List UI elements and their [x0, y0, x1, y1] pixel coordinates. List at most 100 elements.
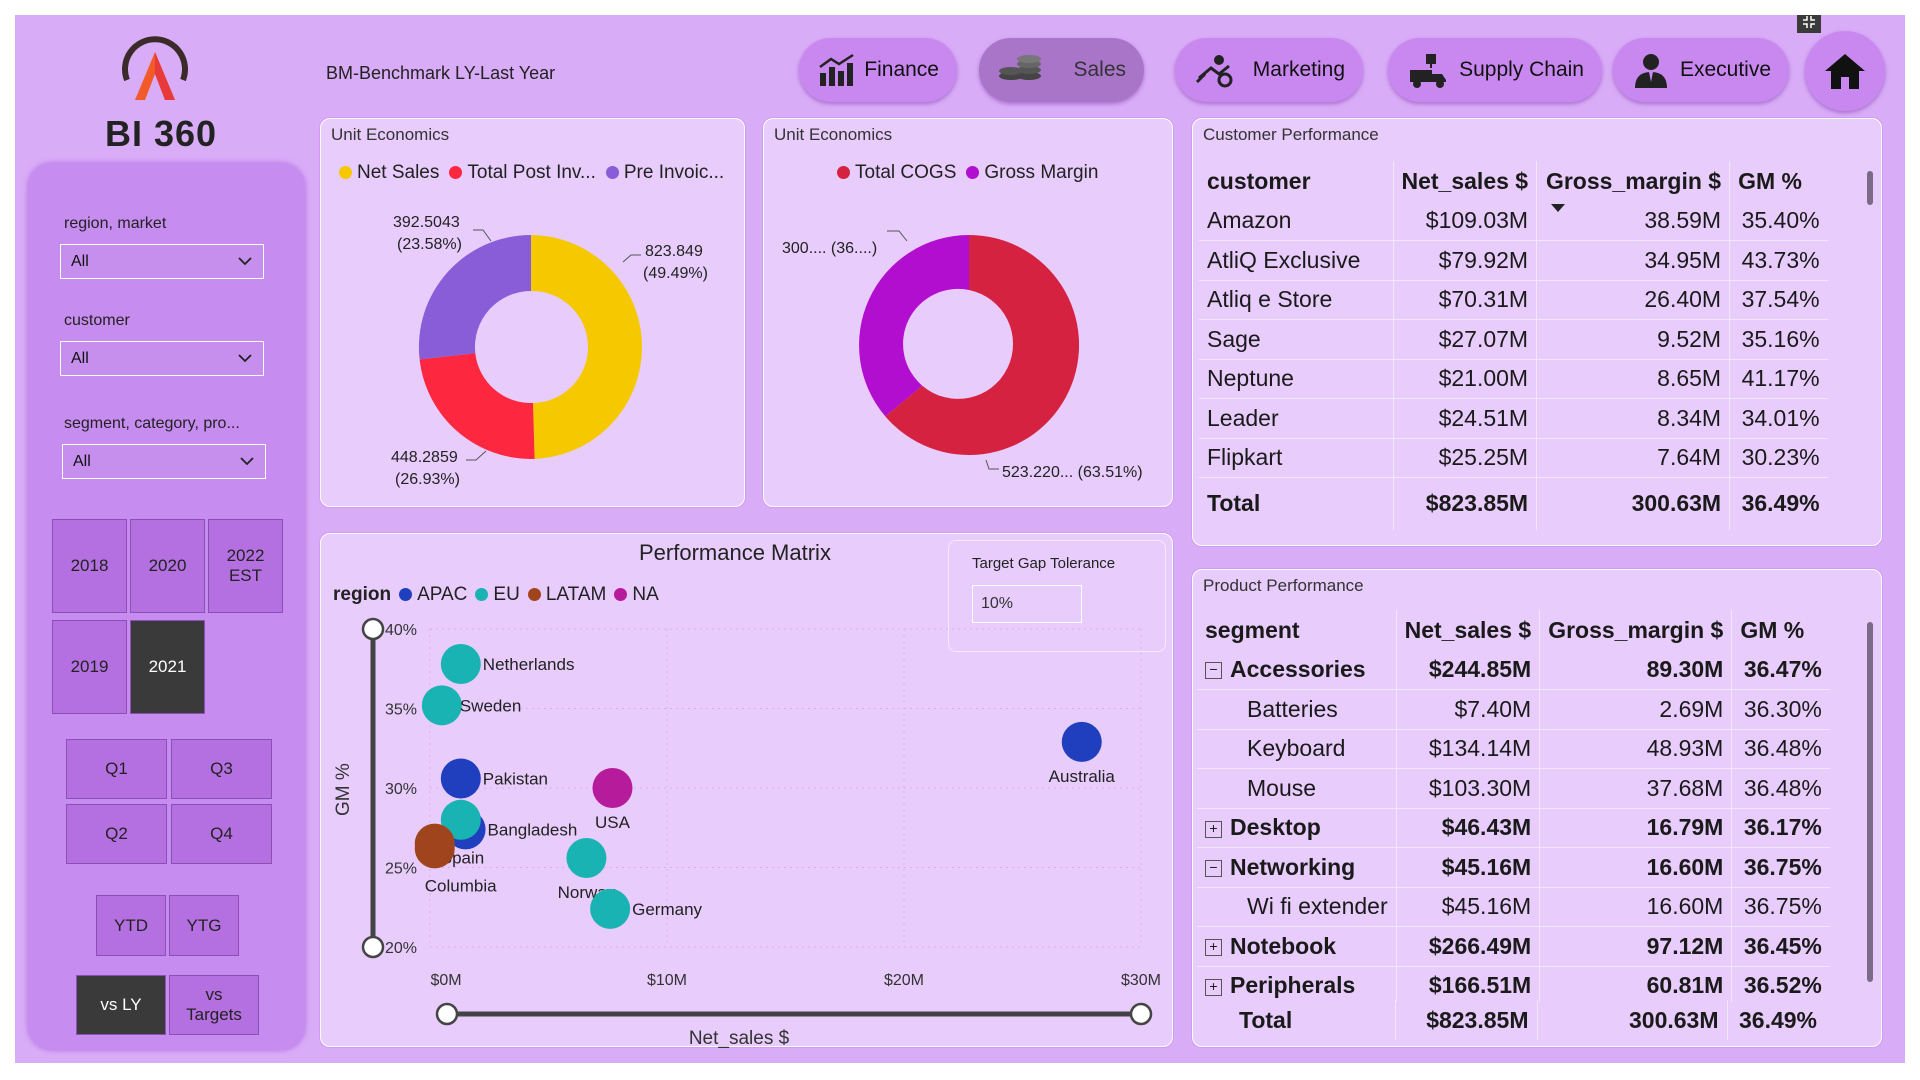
scatter-point-pakistan[interactable]	[440, 758, 481, 799]
compare-tile-vs-targets[interactable]: vs Targets	[169, 975, 259, 1035]
quarter-tile-q1[interactable]: Q1	[66, 739, 167, 799]
customer-filter-dropdown[interactable]: All	[60, 341, 264, 376]
table-row[interactable]: Keyboard $134.14M 48.93M 36.48%	[1197, 729, 1830, 769]
expand-icon[interactable]: +	[1205, 978, 1222, 996]
table-row[interactable]: + Peripherals $166.51M 60.81M 36.52%	[1197, 966, 1830, 1002]
nav-marketing-button[interactable]: Marketing	[1175, 38, 1363, 102]
segment-name: Peripherals	[1230, 972, 1356, 999]
chevron-down-icon	[238, 257, 252, 266]
gm-range-slider-handle-bottom[interactable]	[361, 935, 385, 959]
table-row[interactable]: Sage $27.07M 9.52M 35.16%	[1199, 319, 1828, 360]
donut-slice-net-sales[interactable]	[531, 235, 642, 459]
nav-supply-chain-button[interactable]: Supply Chain	[1388, 38, 1602, 102]
column-header-gm-pct[interactable]: GM %	[1730, 161, 1828, 201]
table-row[interactable]: Leader $24.51M 8.34M 34.01%	[1199, 398, 1828, 439]
table-row[interactable]: Batteries $7.40M 2.69M 36.30%	[1197, 689, 1830, 730]
period-tile-ytd[interactable]: YTD	[96, 895, 166, 956]
period-tile-ytg[interactable]: YTG	[169, 895, 239, 956]
scatter-point-columbia[interactable]	[414, 828, 455, 869]
collapse-icon[interactable]: −	[1205, 860, 1222, 878]
scatter-point-australia[interactable]	[1061, 721, 1102, 762]
table-row[interactable]: + Notebook $266.49M 97.12M 36.45%	[1197, 926, 1830, 967]
year-tile-2019[interactable]: 2019	[52, 620, 127, 714]
region-filter-dropdown[interactable]: All	[60, 244, 264, 279]
focus-mode-icon[interactable]	[1797, 15, 1821, 33]
scatter-point-norway[interactable]	[566, 837, 607, 878]
scatter-point-label: Australia	[1049, 767, 1116, 786]
product-table-viewport: segment Net_sales $ Gross_margin $ GM % …	[1193, 610, 1863, 1002]
year-tile-2018[interactable]: 2018	[52, 519, 127, 613]
table-row[interactable]: Neptune $21.00M 8.65M 41.17%	[1199, 359, 1828, 399]
customer-performance-panel: Customer Performance customer Net_sales …	[1192, 118, 1882, 546]
scatter-point-usa[interactable]	[592, 768, 633, 808]
finance-chart-icon	[819, 53, 854, 86]
column-header-gm-pct[interactable]: GM %	[1732, 610, 1830, 650]
product-table-scrollbar[interactable]	[1867, 622, 1873, 982]
scatter-point-netherlands[interactable]	[440, 643, 481, 684]
customer-performance-title: Customer Performance	[1203, 125, 1379, 144]
scatter-point-germany[interactable]	[590, 888, 631, 929]
nav-sales-button[interactable]: Sales	[979, 38, 1144, 102]
cell-gross-margin: 8.65M	[1536, 359, 1731, 399]
expand-icon[interactable]: +	[1205, 820, 1222, 838]
nav-executive-button[interactable]: Executive	[1613, 38, 1789, 102]
cell-gross-margin: 34.95M	[1536, 240, 1731, 281]
table-row[interactable]: − Accessories $244.85M 89.30M 36.47%	[1197, 650, 1830, 690]
table-row[interactable]: − Networking $45.16M 16.60M 36.75%	[1197, 847, 1830, 888]
column-header-net-sales[interactable]: Net_sales $	[1396, 610, 1541, 650]
quarter-tile-q3[interactable]: Q3	[171, 739, 272, 799]
cell-gm-pct: 36.17%	[1731, 808, 1830, 848]
donut-slice-gross-margin[interactable]	[859, 235, 969, 417]
sales-range-slider-handle-left[interactable]	[435, 1002, 459, 1026]
scatter-point-label: Sweden	[460, 696, 521, 715]
table-row[interactable]: AtliQ Exclusive $79.92M 34.95M 43.73%	[1199, 240, 1828, 281]
performance-matrix-panel: Performance Matrix region APAC EU LATAM …	[320, 533, 1173, 1048]
table-row[interactable]: Atliq e Store $70.31M 26.40M 37.54%	[1199, 280, 1828, 320]
donut-slice-post-inv[interactable]	[419, 353, 535, 459]
customer-table-scrollbar[interactable]	[1867, 171, 1873, 205]
column-header-customer[interactable]: customer	[1199, 161, 1394, 201]
cell-segment: − Accessories	[1197, 650, 1397, 690]
cell-net-sales: $45.16M	[1396, 887, 1541, 927]
compare-tile-vs-ly[interactable]: vs LY	[76, 975, 166, 1035]
gm-range-slider-handle-top[interactable]	[361, 617, 385, 641]
expand-icon[interactable]: +	[1205, 939, 1222, 957]
cell-gross-margin: 16.60M	[1539, 887, 1733, 927]
logo-text: BI 360	[105, 113, 218, 154]
cell-customer: Atliq e Store	[1199, 280, 1394, 320]
y-tick-label: 25%	[385, 861, 417, 878]
total-net-sales: $823.85M	[1393, 477, 1538, 530]
table-row[interactable]: Amazon $109.03M 38.59M 35.40%	[1199, 201, 1828, 241]
column-header-gross-margin[interactable]: Gross_margin $	[1539, 610, 1733, 650]
sales-range-slider-handle-right[interactable]	[1129, 1002, 1153, 1026]
segment-filter-dropdown[interactable]: All	[62, 444, 266, 479]
column-header-gross-margin[interactable]: Gross_margin $	[1536, 161, 1731, 201]
collapse-icon[interactable]: −	[1205, 662, 1222, 680]
logo	[115, 30, 195, 110]
quarter-tile-q4[interactable]: Q4	[171, 804, 272, 864]
cell-gm-pct: 43.73%	[1729, 240, 1828, 281]
quarter-tile-q2[interactable]: Q2	[66, 804, 167, 864]
column-header-net-sales[interactable]: Net_sales $	[1393, 161, 1538, 201]
column-header-segment[interactable]: segment	[1197, 610, 1397, 650]
cell-customer: Amazon	[1199, 201, 1394, 241]
nav-home-button[interactable]	[1805, 31, 1885, 111]
product-performance-title: Product Performance	[1203, 576, 1364, 595]
year-tile-2022-est[interactable]: 2022 EST	[208, 519, 283, 613]
cell-gm-pct: 41.17%	[1729, 359, 1828, 399]
donut-slice-pre-inv[interactable]	[418, 234, 531, 360]
cell-net-sales: $25.25M	[1393, 438, 1538, 478]
y-axis-title: GM %	[333, 763, 354, 816]
label-gross-margin: 300.... (36....)	[782, 240, 877, 257]
scatter-point-sweden[interactable]	[421, 685, 462, 726]
table-row[interactable]: + Desktop $46.43M 16.79M 36.17%	[1197, 808, 1830, 848]
nav-finance-button[interactable]: Finance	[799, 38, 957, 102]
table-row[interactable]: Wi fi extender $45.16M 16.60M 36.75%	[1197, 887, 1830, 927]
x-tick-label: $30M	[1121, 972, 1161, 989]
year-tile-2020[interactable]: 2020	[130, 519, 205, 613]
table-row[interactable]: Flipkart $25.25M 7.64M 30.23%	[1199, 438, 1828, 478]
product-performance-table: segment Net_sales $ Gross_margin $ GM % …	[1197, 610, 1830, 1002]
table-row[interactable]: Mouse $103.30M 37.68M 36.48%	[1197, 768, 1830, 809]
year-tile-2021[interactable]: 2021	[130, 620, 205, 714]
cell-net-sales: $70.31M	[1393, 280, 1538, 320]
